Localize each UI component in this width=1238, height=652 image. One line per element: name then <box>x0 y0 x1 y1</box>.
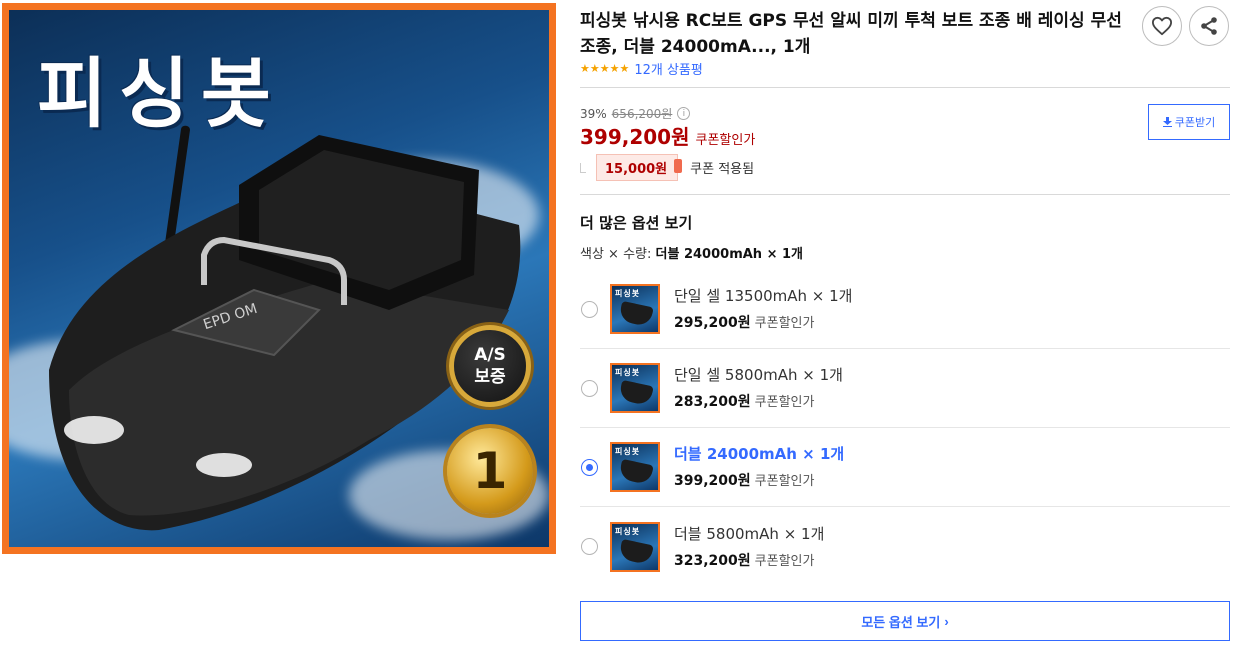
thumb-text: 피싱봇 <box>615 368 641 377</box>
download-icon <box>1162 117 1172 127</box>
as-badge-line2: 보증 <box>474 367 506 387</box>
divider <box>580 87 1230 88</box>
option-price: 399,200원 <box>674 473 751 489</box>
option-name: 단일 셀 5800mAh × 1개 <box>674 366 843 384</box>
summary-prefix: 색상 × 수량: <box>580 247 656 262</box>
view-all-options-label: 모든 옵션 보기 <box>861 614 941 630</box>
sale-price: 399,200원 <box>580 125 690 149</box>
option-price-note: 쿠폰할인가 <box>754 316 815 331</box>
options-section-title: 더 많은 옵션 보기 <box>580 214 693 232</box>
tree-corner-icon <box>580 162 586 173</box>
wishlist-button[interactable] <box>1142 6 1182 46</box>
info-icon[interactable]: i <box>677 107 691 120</box>
option-name: 더블 24000mAh × 1개 <box>674 445 845 463</box>
option-name: 더블 5800mAh × 1개 <box>674 524 825 543</box>
rank-badge-number: 1 <box>472 442 508 500</box>
divider <box>580 194 1230 195</box>
option-price-note: 쿠폰할인가 <box>754 395 815 410</box>
option-price-note: 쿠폰할인가 <box>754 553 815 569</box>
option-price: 295,200원 <box>674 315 751 331</box>
discount-rate: 39% <box>580 106 607 121</box>
original-price-row: 39% 656,200원 i <box>580 105 691 122</box>
selected-option-summary: 색상 × 수량: 더블 24000mAh × 1개 <box>580 243 803 262</box>
option-price: 323,200원 <box>674 552 751 569</box>
thumb-text: 피싱봇 <box>615 526 641 536</box>
coupon-download-button[interactable]: 쿠폰받기 <box>1148 104 1230 140</box>
sale-price-row: 399,200원 쿠폰할인가 <box>580 121 755 150</box>
as-warranty-badge: A/S 보증 <box>449 325 531 407</box>
option-list: 피싱봇 단일 셀 13500mAh × 1개 295,200원 쿠폰할인가 피싱봇… <box>580 270 1230 586</box>
option-thumbnail: 피싱봇 <box>610 521 660 572</box>
rank-badge: 1 <box>447 428 533 514</box>
option-item[interactable]: 피싱봇 더블 5800mAh × 1개 323,200원 쿠폰할인가 <box>580 507 1230 586</box>
heart-icon <box>1151 16 1172 36</box>
share-icon <box>1201 17 1217 35</box>
coupon-row: 15,000원 쿠폰 적용됨 <box>580 154 754 181</box>
option-thumbnail: 피싱봇 <box>610 284 660 334</box>
thumb-text: 피싱봇 <box>615 289 641 298</box>
as-badge-line1: A/S <box>474 345 506 365</box>
product-image[interactable]: 피싱봇 EPD OM A/S 보증 1 <box>2 3 556 554</box>
option-thumbnail: 피싱봇 <box>610 442 660 492</box>
product-title: 피싱봇 낚시용 RC보트 GPS 무선 알씨 미끼 투척 보트 조종 배 레이싱… <box>580 11 1122 57</box>
coupon-applied-label: 쿠폰 적용됨 <box>690 162 755 177</box>
option-price-note: 쿠폰할인가 <box>754 474 815 489</box>
rating-stars: ★★★★★ <box>580 62 630 75</box>
summary-value: 더블 24000mAh × 1개 <box>655 247 804 262</box>
option-item[interactable]: 피싱봇 단일 셀 5800mAh × 1개 283,200원 쿠폰할인가 <box>580 349 1230 428</box>
coupon-amount-tag: 15,000원 <box>596 154 683 181</box>
review-count-link[interactable]: 12개 상품평 <box>634 59 703 78</box>
chevron-right-icon: › <box>944 613 949 629</box>
option-radio[interactable] <box>581 379 598 397</box>
option-radio[interactable] <box>581 300 598 318</box>
view-all-options-button[interactable]: 모든 옵션 보기 › <box>580 601 1230 641</box>
share-button[interactable] <box>1189 6 1229 46</box>
option-radio[interactable] <box>581 538 598 555</box>
option-item-selected[interactable]: 피싱봇 더블 24000mAh × 1개 399,200원 쿠폰할인가 <box>580 428 1230 507</box>
rating-row: ★★★★★ 12개 상품평 <box>580 59 703 78</box>
option-price: 283,200원 <box>674 394 751 410</box>
option-thumbnail: 피싱봇 <box>610 363 660 413</box>
sale-price-note: 쿠폰할인가 <box>695 133 756 148</box>
coupon-download-label: 쿠폰받기 <box>1174 117 1216 129</box>
option-name: 단일 셀 13500mAh × 1개 <box>674 287 853 305</box>
thumb-text: 피싱봇 <box>615 447 641 456</box>
option-item[interactable]: 피싱봇 단일 셀 13500mAh × 1개 295,200원 쿠폰할인가 <box>580 270 1230 349</box>
original-price: 656,200원 <box>611 107 673 121</box>
option-radio-checked[interactable] <box>581 458 598 476</box>
